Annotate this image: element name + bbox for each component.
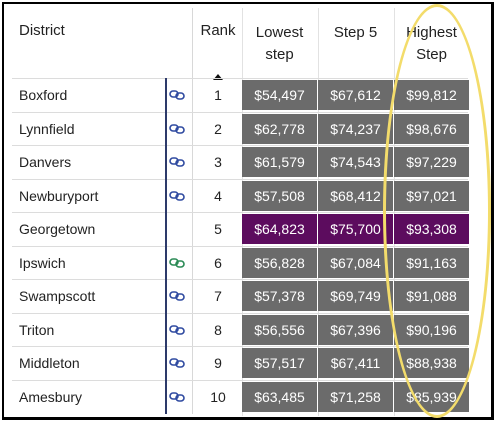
lowest-salary-cell: $57,508 — [242, 180, 317, 211]
header-rank-label: Rank — [200, 22, 236, 39]
highest-salary-cell: $85,939 — [394, 381, 469, 412]
highest-salary-cell: $91,163 — [394, 247, 469, 278]
step5-salary-cell: $67,411 — [318, 348, 393, 378]
lowest-salary-cell: $57,378 — [242, 281, 317, 311]
district-name: Lynnfield — [19, 120, 75, 137]
highest-salary-cell: $97,021 — [394, 180, 469, 211]
link-column-divider — [165, 78, 167, 414]
table-row[interactable]: Triton 8 $56,556 $67,396 $90,196 — [12, 312, 469, 346]
link-icon[interactable] — [169, 256, 185, 268]
step5-salary-cell: $69,749 — [318, 281, 393, 311]
table-header: District Rank Lowest step Step 5 Highest… — [12, 8, 478, 80]
district-name: Triton — [19, 321, 55, 338]
highest-salary-cell: $97,229 — [394, 147, 469, 177]
step5-salary-cell: $74,543 — [318, 147, 393, 177]
highest-salary-cell: $98,676 — [394, 113, 469, 144]
rank-value: 5 — [214, 221, 222, 237]
link-icon[interactable] — [169, 289, 185, 301]
link-icon[interactable] — [169, 323, 185, 335]
link-icon[interactable] — [169, 155, 185, 167]
highest-salary-cell: $91,088 — [394, 281, 469, 311]
lowest-salary-cell: $57,517 — [242, 348, 317, 378]
highest-salary-cell: $90,196 — [394, 314, 469, 345]
lowest-salary-cell: $62,778 — [242, 113, 317, 144]
table-row[interactable]: Amesbury 10 $63,485 $71,258 $85,939 — [12, 379, 469, 413]
table-row[interactable]: Swampscott 7 $57,378 $69,749 $91,088 — [12, 279, 469, 312]
table-row[interactable]: Boxford 1 $54,497 $67,612 $99,812 — [12, 78, 469, 111]
lowest-salary-cell: $56,556 — [242, 314, 317, 345]
district-name: Newburyport — [19, 187, 99, 204]
table-row[interactable]: Lynnfield 2 $62,778 $74,237 $98,676 — [12, 111, 469, 145]
header-highest-line2: Step — [416, 46, 447, 63]
lowest-salary-cell: $61,579 — [242, 147, 317, 177]
header-step5-label: Step 5 — [333, 24, 378, 41]
link-icon[interactable] — [169, 122, 185, 134]
link-icon[interactable] — [169, 390, 185, 402]
table-row[interactable]: Danvers 3 $61,579 $74,543 $97,229 — [12, 145, 469, 178]
table-row[interactable]: Middleton 9 $57,517 $67,411 $88,938 — [12, 346, 469, 379]
highest-salary-cell: $93,308 — [394, 214, 469, 244]
district-name: Boxford — [19, 87, 68, 103]
link-icon[interactable] — [169, 356, 185, 368]
rank-value: 1 — [214, 87, 222, 103]
step5-salary-cell: $75,700 — [318, 214, 393, 244]
header-district-label: District — [19, 22, 65, 39]
header-lowest-line1: Lowest — [255, 24, 304, 41]
table-row[interactable]: Newburyport 4 $57,508 $68,412 $97,021 — [12, 178, 469, 212]
district-name: Swampscott — [19, 288, 96, 304]
rank-value: 8 — [214, 321, 222, 338]
rank-value: 10 — [210, 388, 226, 405]
district-name: Danvers — [19, 154, 72, 170]
lowest-salary-cell: $63,485 — [242, 381, 317, 412]
rank-value: 2 — [214, 120, 222, 137]
lowest-salary-cell: $64,823 — [242, 214, 317, 244]
lowest-salary-cell: $56,828 — [242, 247, 317, 278]
step5-salary-cell: $71,258 — [318, 381, 393, 412]
district-name: Georgetown — [19, 221, 96, 237]
district-name: Middleton — [19, 355, 80, 371]
highest-salary-cell: $88,938 — [394, 348, 469, 378]
table-row[interactable]: Ipswich 6 $56,828 $67,084 $91,163 — [12, 245, 469, 279]
district-name: Amesbury — [19, 388, 83, 405]
header-highest-line1: Highest — [406, 24, 457, 41]
table-row[interactable]: Georgetown 5 $64,823 $75,700 $93,308 — [12, 212, 469, 245]
step5-salary-cell: $68,412 — [318, 180, 393, 211]
rank-value: 4 — [214, 187, 222, 204]
header-lowest-line2: step — [265, 46, 294, 63]
lowest-salary-cell: $54,497 — [242, 80, 317, 110]
rank-value: 3 — [214, 154, 222, 170]
step5-salary-cell: $67,612 — [318, 80, 393, 110]
rank-value: 6 — [214, 254, 222, 271]
step5-salary-cell: $67,396 — [318, 314, 393, 345]
highest-salary-cell: $99,812 — [394, 80, 469, 110]
district-name: Ipswich — [19, 254, 66, 271]
rank-value: 9 — [214, 355, 222, 371]
step5-salary-cell: $74,237 — [318, 113, 393, 144]
step5-salary-cell: $67,084 — [318, 247, 393, 278]
link-icon[interactable] — [169, 88, 185, 100]
link-icon[interactable] — [169, 189, 185, 201]
rank-value: 7 — [214, 288, 222, 304]
